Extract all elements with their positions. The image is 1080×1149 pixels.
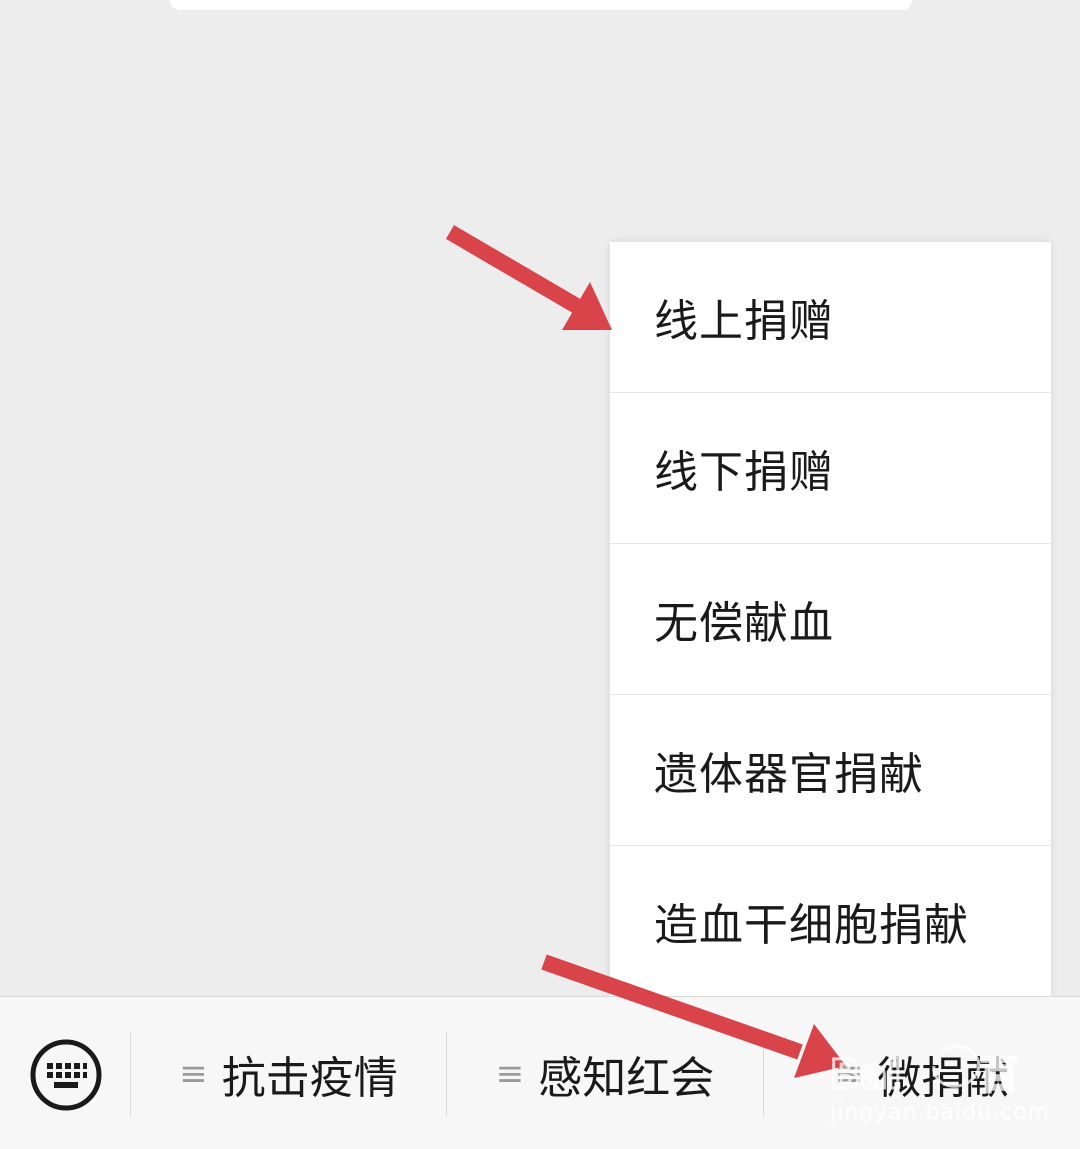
- menu-tab-label: 感知红会: [538, 1053, 715, 1104]
- menu-item-label: 线下捐赠: [654, 447, 834, 498]
- menu-item-label: 线上捐赠: [654, 296, 834, 347]
- menu-item-online-donation[interactable]: 线上捐赠: [610, 242, 1051, 393]
- arrow-icon: [445, 225, 612, 330]
- menu-lines-icon: ≡: [834, 1054, 864, 1094]
- popup-menu: 线上捐赠 线下捐赠 无偿献血 遗体器官捐献 造血干细胞捐献: [610, 242, 1051, 996]
- menu-tab-red-cross[interactable]: ≡ 感知红会: [447, 1031, 763, 1117]
- menu-tab-label: 抗击疫情: [221, 1053, 398, 1104]
- menu-lines-icon: ≡: [179, 1054, 208, 1094]
- bottom-menu-bar: ≡ 抗击疫情 ≡ 感知红会 ≡ 微捐献: [0, 996, 1080, 1149]
- menu-item-offline-donation[interactable]: 线下捐赠: [610, 393, 1051, 544]
- menu-item-label: 造血干细胞捐献: [654, 900, 969, 951]
- menu-tab-micro-donation[interactable]: ≡ 微捐献: [764, 1031, 1080, 1117]
- menu-item-blood-donation[interactable]: 无偿献血: [610, 544, 1051, 695]
- input-card: [170, 0, 912, 10]
- menu-tab-label: 微捐献: [877, 1053, 1010, 1104]
- menu-item-stem-cell-donation[interactable]: 造血干细胞捐献: [610, 846, 1051, 996]
- menu-item-label: 无偿献血: [654, 598, 834, 649]
- menu-tab-fight-epidemic[interactable]: ≡ 抗击疫情: [131, 1031, 446, 1117]
- keyboard-icon[interactable]: [30, 1039, 102, 1111]
- menu-lines-icon: ≡: [495, 1054, 525, 1094]
- menu-item-organ-donation[interactable]: 遗体器官捐献: [610, 695, 1051, 846]
- menu-item-label: 遗体器官捐献: [654, 749, 924, 800]
